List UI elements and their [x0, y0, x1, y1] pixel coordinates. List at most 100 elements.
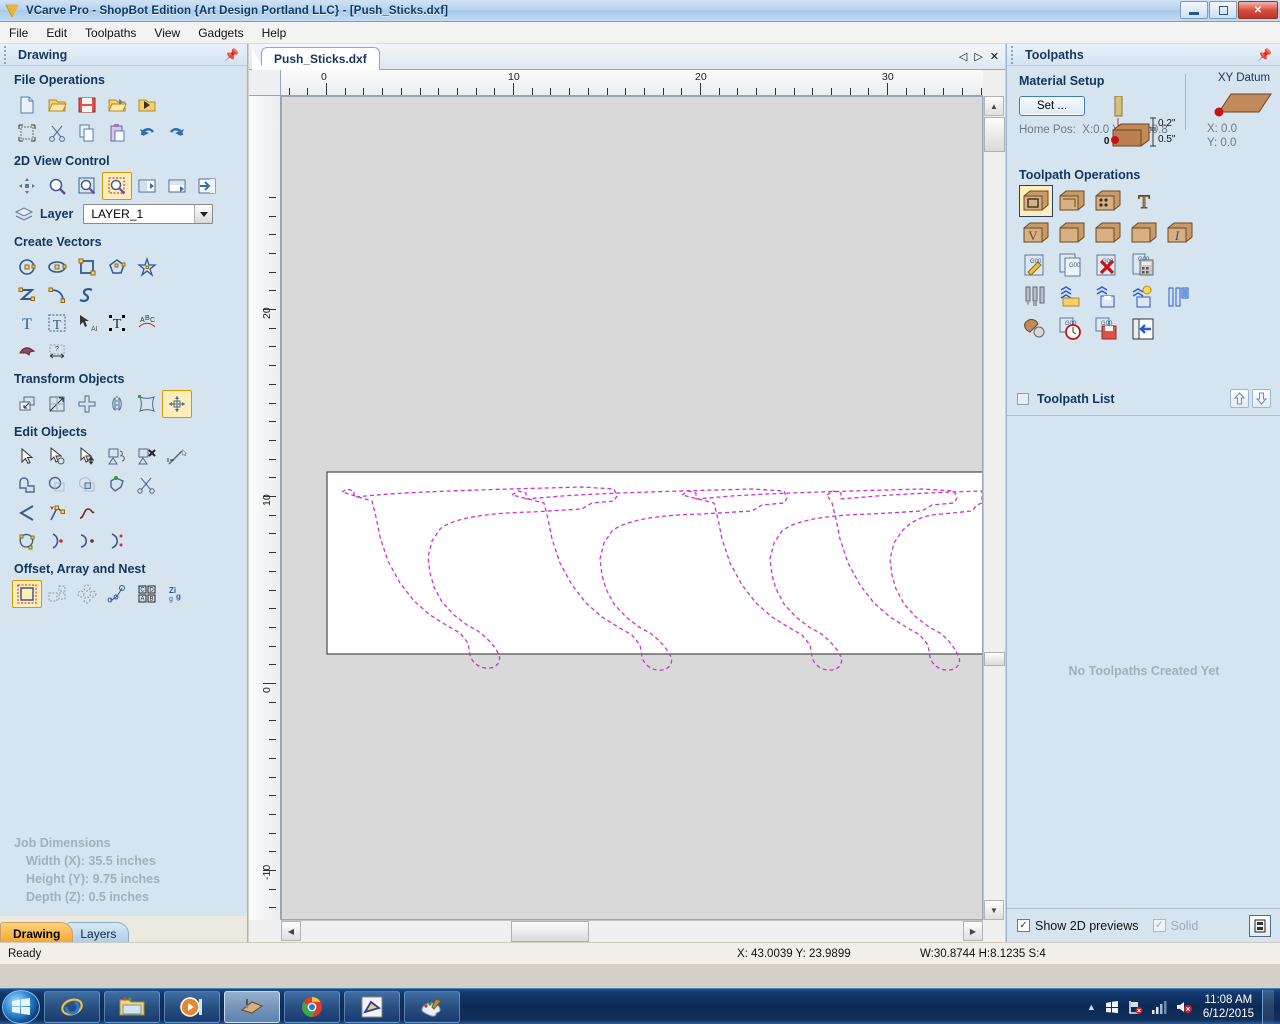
- google-chrome-icon[interactable]: [284, 990, 340, 1023]
- block-copy-icon[interactable]: [42, 580, 72, 608]
- vertical-scrollbar[interactable]: ▲ ▼: [983, 96, 1005, 920]
- chevron-down-icon[interactable]: [194, 205, 213, 223]
- show-2d-previews-checkbox[interactable]: ✓: [1017, 919, 1030, 932]
- import-bitmap-icon[interactable]: [132, 91, 162, 119]
- move-toolpath-down-icon[interactable]: [1252, 389, 1271, 408]
- open-file-icon[interactable]: [42, 91, 72, 119]
- show-desktop-button[interactable]: [1262, 990, 1274, 1024]
- zoom-in-icon[interactable]: [42, 172, 72, 200]
- nesting-icon[interactable]: Zi g g: [162, 580, 192, 608]
- import-vectors-icon[interactable]: [102, 91, 132, 119]
- menu-help[interactable]: Help: [253, 23, 296, 43]
- text-tool-icon[interactable]: T: [12, 309, 42, 337]
- edit-toolpath-icon[interactable]: G00: [1019, 249, 1053, 281]
- subtract-icon[interactable]: [42, 471, 72, 499]
- show-hidden-icons-icon[interactable]: ▲: [1087, 1002, 1096, 1012]
- pin-icon[interactable]: 📌: [224, 48, 239, 62]
- tab-next-icon[interactable]: ▷: [974, 50, 982, 63]
- horizontal-scroll-thumb[interactable]: [511, 921, 589, 942]
- layer-select[interactable]: LAYER_1: [83, 204, 214, 224]
- toolpath-template-auto-icon[interactable]: [1127, 281, 1161, 313]
- plate-layout-icon[interactable]: CDAB: [132, 580, 162, 608]
- new-file-icon[interactable]: [12, 91, 42, 119]
- taskbar-clock[interactable]: 11:08 AM 6/12/2015: [1203, 993, 1254, 1021]
- close-vector-icon[interactable]: [132, 443, 162, 471]
- mirror-object-icon[interactable]: [102, 390, 132, 418]
- arc-tool-icon[interactable]: [42, 281, 72, 309]
- scroll-right-button[interactable]: ▶: [963, 921, 983, 941]
- vertical-scroll-thumb[interactable]: [984, 117, 1005, 152]
- minimize-button[interactable]: [1180, 1, 1208, 19]
- dimension-tool-icon[interactable]: ?: [42, 337, 72, 365]
- close-button[interactable]: ✕: [1238, 1, 1278, 19]
- prism-carving-icon[interactable]: [1091, 217, 1125, 249]
- save-file-icon[interactable]: [72, 91, 102, 119]
- drawing-viewport[interactable]: [281, 96, 983, 920]
- toggle-bitmap-icon[interactable]: [162, 172, 192, 200]
- rectangle-tool-icon[interactable]: [72, 253, 102, 281]
- scale-object-icon[interactable]: [42, 390, 72, 418]
- circular-copy-icon[interactable]: [72, 580, 102, 608]
- text-on-curve-icon[interactable]: T: [102, 309, 132, 337]
- tool-database-icon[interactable]: [1019, 281, 1053, 313]
- solid-view-icon[interactable]: [1249, 914, 1271, 937]
- edit-text-icon[interactable]: T: [42, 309, 72, 337]
- menu-file[interactable]: File: [0, 23, 37, 43]
- document-tab[interactable]: Push_Sticks.dxf: [252, 47, 380, 70]
- horizontal-ruler[interactable]: 0 10 20 30: [281, 70, 983, 96]
- vcarve-engrave-icon[interactable]: V: [1019, 217, 1053, 249]
- menu-view[interactable]: View: [145, 23, 189, 43]
- material-set-button[interactable]: Set ...: [1019, 96, 1085, 116]
- scroll-left-button[interactable]: ◀: [281, 921, 301, 941]
- insert-node-icon[interactable]: [42, 499, 72, 527]
- tab-layers[interactable]: Layers: [67, 922, 130, 942]
- trace-bitmap-icon[interactable]: [12, 337, 42, 365]
- zoom-to-drawing-icon[interactable]: [132, 172, 162, 200]
- volume-muted-icon[interactable]: [1176, 1000, 1193, 1014]
- copy-icon[interactable]: [72, 119, 102, 147]
- save-toolpath-icon[interactable]: G00: [1091, 313, 1125, 345]
- move-nodes-icon[interactable]: [72, 443, 102, 471]
- start-orb-icon[interactable]: [2, 989, 40, 1024]
- boundary-icon[interactable]: [102, 471, 132, 499]
- scroll-up-button[interactable]: ▲: [984, 96, 1004, 116]
- star-tool-icon[interactable]: [132, 253, 162, 281]
- tab-drawing[interactable]: Drawing: [0, 922, 74, 942]
- paste-icon[interactable]: [102, 119, 132, 147]
- select-arrow-icon[interactable]: [12, 443, 42, 471]
- toolpath-calculator-icon[interactable]: G00: [1127, 249, 1161, 281]
- menu-edit[interactable]: Edit: [37, 23, 76, 43]
- curve-to-line-icon[interactable]: [72, 527, 102, 555]
- windows-media-player-icon[interactable]: [164, 990, 220, 1023]
- distort-object-icon[interactable]: [132, 390, 162, 418]
- join-vectors-icon[interactable]: [102, 443, 132, 471]
- rotate-object-icon[interactable]: [72, 390, 102, 418]
- text-select-icon[interactable]: AB: [72, 309, 102, 337]
- solid-checkbox[interactable]: ✓: [1152, 919, 1166, 932]
- node-tools-icon[interactable]: [102, 527, 132, 555]
- toggle-2d-3d-icon[interactable]: [192, 172, 222, 200]
- moulding-toolpath-icon[interactable]: [1127, 217, 1161, 249]
- pocket-toolpath-icon[interactable]: [1055, 185, 1089, 217]
- circle-tool-icon[interactable]: [12, 253, 42, 281]
- vcarve-pro-icon[interactable]: [224, 990, 280, 1023]
- maximize-button[interactable]: [1209, 1, 1237, 19]
- intersect-icon[interactable]: [72, 471, 102, 499]
- windows-flag-icon[interactable]: [1105, 1000, 1119, 1014]
- inlay-toolpath-icon[interactable]: I: [1163, 217, 1197, 249]
- pin-icon[interactable]: 📌: [1257, 48, 1272, 62]
- horizontal-scrollbar[interactable]: ◀ ▶: [281, 920, 983, 942]
- partworks-icon[interactable]: [344, 990, 400, 1023]
- delete-toolpath-icon[interactable]: G00: [1091, 249, 1125, 281]
- fillet-icon[interactable]: [12, 499, 42, 527]
- move-object-icon[interactable]: [12, 390, 42, 418]
- text-arc-icon[interactable]: ABC: [132, 309, 162, 337]
- align-objects-icon[interactable]: [162, 390, 192, 418]
- move-toolpath-up-icon[interactable]: [1230, 389, 1249, 408]
- toolpath-preview-icon[interactable]: [1163, 281, 1197, 313]
- node-edit-icon[interactable]: [42, 443, 72, 471]
- estimate-time-icon[interactable]: G00: [1055, 313, 1089, 345]
- windows-explorer-icon[interactable]: [104, 990, 160, 1023]
- undo-icon[interactable]: [132, 119, 162, 147]
- offset-vectors-icon[interactable]: [12, 580, 42, 608]
